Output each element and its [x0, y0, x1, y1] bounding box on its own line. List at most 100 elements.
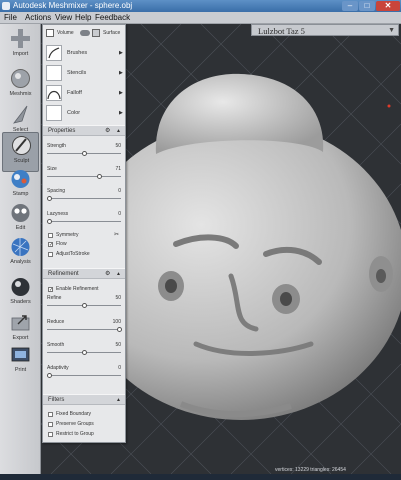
checkbox-label: AdjustToStroke — [56, 251, 90, 257]
flow-checkbox[interactable]: ✓ Flow — [48, 241, 123, 248]
checkbox-box[interactable] — [48, 412, 53, 417]
chevron-right-icon: ▶ — [119, 90, 123, 96]
taskbar-strip — [0, 474, 401, 480]
axis-marker — [387, 104, 391, 108]
smooth-slider[interactable]: Smooth 50 — [47, 342, 121, 356]
collapse-icon[interactable]: ▲ — [116, 395, 121, 405]
chevron-right-icon: ▶ — [119, 110, 123, 116]
properties-header[interactable]: Properties ⚙ ▲ — [43, 125, 125, 136]
checkbox-box[interactable]: ✓ — [48, 287, 53, 293]
slider-label: Reduce — [47, 319, 65, 325]
checkbox-label: Enable Refinement — [56, 286, 99, 292]
symmetry-checkbox[interactable]: Symmetry — [48, 232, 123, 239]
slider-value: 0 — [118, 188, 121, 194]
refinement-header[interactable]: Refinement ⚙ ▲ — [43, 268, 125, 279]
collapse-icon[interactable]: ▲ — [116, 126, 121, 136]
volume-label: Volume — [57, 30, 74, 36]
checkbox-box[interactable] — [48, 233, 53, 238]
lazyness-slider[interactable]: Lazyness 0 — [47, 211, 121, 225]
print-icon — [11, 347, 30, 362]
falloff-menu[interactable]: Falloff ▶ — [46, 85, 126, 103]
stencils-menu[interactable]: Stencils ▶ — [46, 65, 126, 83]
slider-knob[interactable] — [47, 373, 52, 378]
tool-analysis[interactable]: Analysis — [2, 234, 39, 274]
adaptivity-slider[interactable]: Adaptivity 0 — [47, 365, 121, 379]
tool-meshmix[interactable]: Meshmix — [2, 66, 39, 106]
volume-surface-toggle: Volume Surface — [46, 28, 124, 38]
color-menu[interactable]: Color ▶ — [46, 105, 126, 123]
slider-label: Lazyness — [47, 211, 69, 217]
slider-knob[interactable] — [47, 196, 52, 201]
menu-feedback[interactable]: Feedback — [95, 13, 130, 23]
slider-knob[interactable] — [117, 327, 122, 332]
checkbox-label: Symmetry — [56, 232, 79, 238]
slider-value: 0 — [118, 211, 121, 217]
symmetry-tool-icon[interactable]: ✂ — [114, 232, 119, 239]
printer-selector[interactable]: Lulzbot Taz 5 ▼ — [251, 24, 399, 36]
edit-icon — [11, 204, 30, 222]
falloff-icon — [47, 90, 61, 100]
slider-track — [47, 329, 121, 330]
tool-label: Stamp — [12, 191, 29, 197]
fixed-boundary-checkbox[interactable]: Fixed Boundary — [48, 411, 123, 418]
tool-label: Analysis — [10, 259, 31, 265]
reduce-slider[interactable]: Reduce 100 — [47, 319, 122, 333]
tool-import[interactable]: Import — [2, 26, 39, 66]
app-icon — [2, 2, 10, 10]
color-label: Color — [67, 110, 81, 116]
shaders-icon — [11, 278, 30, 296]
chevron-right-icon: ▶ — [119, 70, 123, 76]
brush-icon — [48, 47, 60, 59]
collapse-icon[interactable]: ▲ — [116, 269, 121, 279]
tool-label: Import — [12, 51, 29, 57]
mesh-stats: vertices: 13229 triangles: 26454 — [275, 467, 346, 473]
spacing-slider[interactable]: Spacing 0 — [47, 188, 121, 202]
select-icon — [12, 105, 28, 124]
adjust-to-stroke-checkbox[interactable]: AdjustToStroke — [48, 251, 123, 258]
tool-label: Sculpt — [13, 158, 30, 164]
size-slider[interactable]: Size 71 — [47, 166, 121, 180]
analysis-icon — [11, 238, 30, 256]
brushes-menu[interactable]: Brushes ▶ — [46, 45, 126, 63]
checkbox-box[interactable] — [48, 252, 53, 257]
checkbox-box[interactable] — [48, 422, 53, 427]
strength-slider[interactable]: Strength 50 — [47, 143, 121, 157]
menu-actions[interactable]: Actions — [25, 13, 51, 23]
menu-view[interactable]: View — [55, 13, 72, 23]
maximize-button[interactable]: □ — [359, 1, 375, 11]
window-title: Autodesk Meshmixer - sphere.obj — [13, 1, 133, 10]
menu-help[interactable]: Help — [75, 13, 91, 23]
slider-knob[interactable] — [82, 303, 87, 308]
gear-icon[interactable]: ⚙ — [105, 269, 110, 279]
sculpt-panel: Volume Surface Brushes ▶ Stencils ▶ Fall… — [42, 24, 126, 443]
tool-label: Print — [14, 367, 27, 373]
mode-switch[interactable] — [80, 30, 90, 36]
slider-knob[interactable] — [47, 219, 52, 224]
close-button[interactable]: ✕ — [376, 1, 400, 11]
slider-knob[interactable] — [82, 151, 87, 156]
checkbox-box[interactable] — [48, 432, 53, 437]
menu-file[interactable]: File — [4, 13, 17, 23]
slider-label: Spacing — [47, 188, 66, 194]
filters-header[interactable]: Filters ▲ — [43, 394, 125, 405]
slider-value: 100 — [112, 319, 121, 325]
slider-knob[interactable] — [97, 174, 102, 179]
brushes-label: Brushes — [67, 50, 88, 56]
sculpt-icon — [12, 136, 31, 155]
tool-shaders[interactable]: Shaders — [2, 274, 39, 314]
slider-value: 50 — [115, 342, 121, 348]
checkbox-box[interactable]: ✓ — [48, 242, 53, 248]
restrict-to-group-checkbox[interactable]: Restrict to Group — [48, 431, 123, 438]
enable-refinement-checkbox[interactable]: ✓ Enable Refinement — [48, 286, 123, 293]
tool-label: Meshmix — [9, 91, 32, 97]
slider-knob[interactable] — [82, 350, 87, 355]
chevron-down-icon: ▼ — [388, 27, 395, 34]
slider-value: 50 — [115, 143, 121, 149]
preserve-groups-checkbox[interactable]: Preserve Groups — [48, 421, 123, 428]
refine-slider[interactable]: Refine 50 — [47, 295, 121, 309]
stencil-thumbnail — [46, 65, 62, 81]
gear-icon[interactable]: ⚙ — [105, 126, 110, 136]
color-swatch — [46, 105, 62, 121]
minimize-button[interactable]: – — [342, 1, 358, 11]
tool-print[interactable]: Print — [2, 342, 39, 382]
